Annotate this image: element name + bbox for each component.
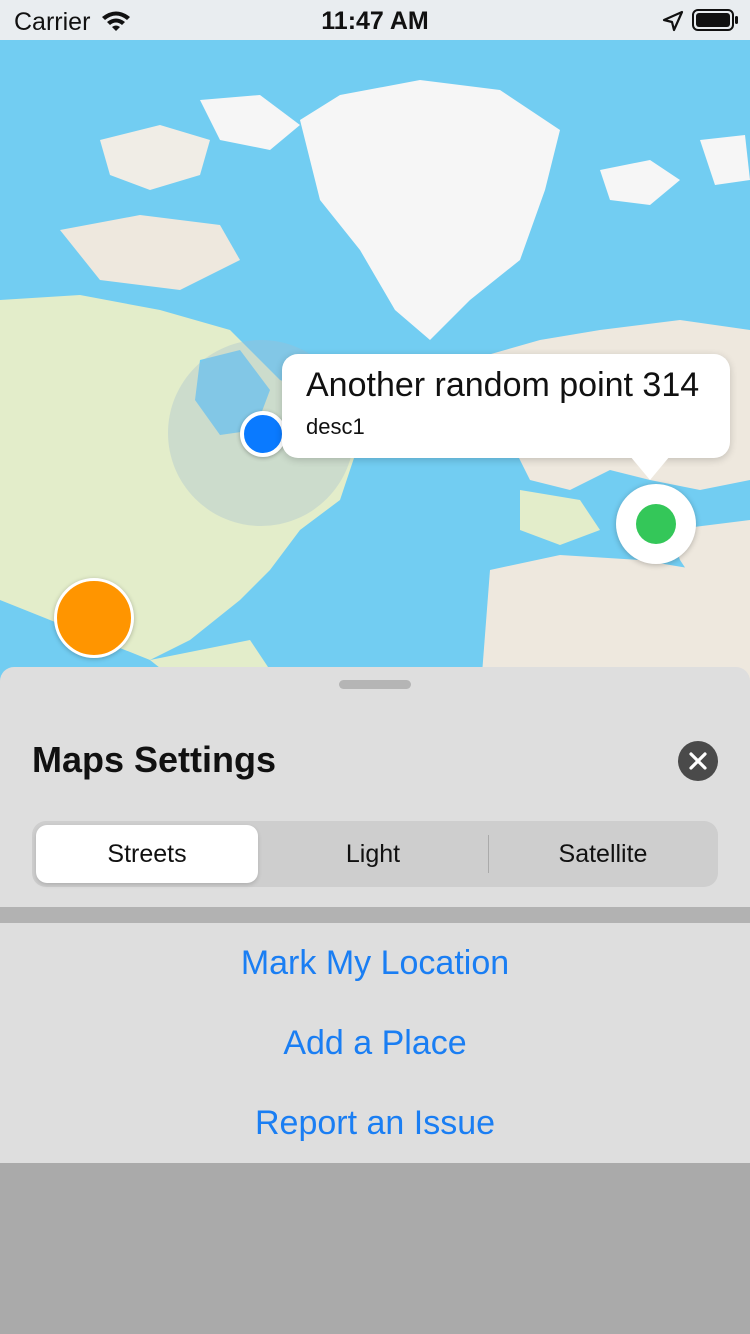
clock: 11:47 AM: [321, 7, 429, 35]
status-bar: Carrier 11:47 AM: [0, 0, 750, 40]
maps-settings-sheet: Maps Settings Streets Light Satellite: [0, 667, 750, 907]
action-list: Mark My Location Add a Place Report an I…: [0, 923, 750, 1163]
segment-light[interactable]: Light: [262, 825, 484, 883]
callout-title: Another random point 314: [306, 366, 700, 404]
segment-streets[interactable]: Streets: [36, 825, 258, 883]
map-view[interactable]: Another random point 314 desc1: [0, 0, 750, 700]
callout-tail: [630, 456, 670, 480]
floating-action-button[interactable]: [54, 578, 134, 658]
map-style-segmented-control: Streets Light Satellite: [32, 821, 718, 887]
close-button[interactable]: [678, 741, 718, 781]
sheet-separator: [0, 907, 750, 923]
add-a-place-button[interactable]: Add a Place: [0, 1013, 750, 1073]
callout-subtitle: desc1: [306, 414, 365, 439]
user-location-dot[interactable]: [240, 411, 286, 457]
close-icon: [689, 752, 707, 770]
segment-satellite[interactable]: Satellite: [492, 825, 714, 883]
battery-icon: [692, 9, 738, 31]
sheet-title: Maps Settings: [32, 739, 277, 780]
annotation-callout[interactable]: Another random point 314 desc1: [282, 354, 730, 458]
sheet-grabber[interactable]: [339, 680, 411, 689]
dimmed-background[interactable]: [0, 1163, 750, 1334]
mark-my-location-button[interactable]: Mark My Location: [0, 933, 750, 993]
report-an-issue-button[interactable]: Report an Issue: [0, 1093, 750, 1153]
segment-divider: [488, 835, 489, 873]
location-arrow-icon: [662, 10, 684, 32]
place-pin[interactable]: [616, 484, 696, 564]
